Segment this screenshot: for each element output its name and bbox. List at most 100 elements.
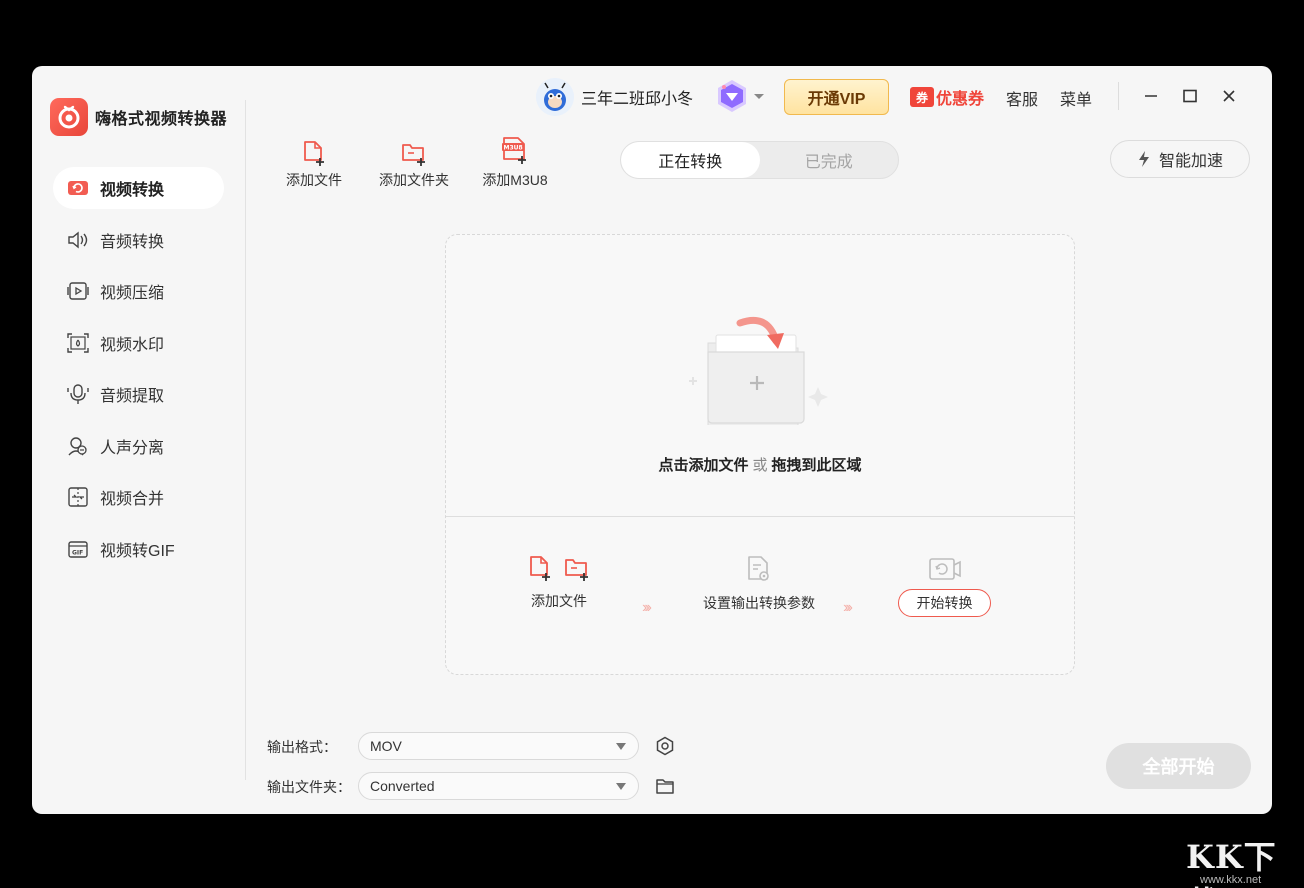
app-title: 嗨格式视频转换器 <box>95 111 228 128</box>
add-folder-icon <box>401 136 427 166</box>
sidebar-item-audio-extract[interactable]: 音频提取 <box>53 373 224 415</box>
svg-text:GIF: GIF <box>72 549 83 556</box>
sidebar-item-vocal-separate[interactable]: 人声分离 <box>53 425 224 467</box>
output-folder-label: 输出文件夹： <box>267 779 351 795</box>
sidebar-item-video-merge[interactable]: 视频合并 <box>53 476 224 518</box>
sidebar-item-label: 人声分离 <box>100 439 165 457</box>
audio-convert-icon <box>67 229 89 251</box>
output-format-value: MOV <box>370 738 402 754</box>
drop-hint: 点击添加文件或拖拽到此区域 <box>446 454 1074 475</box>
vip-diamond-icon <box>718 80 746 112</box>
maximize-button[interactable] <box>1178 84 1202 108</box>
app-brand: 嗨格式视频转换器 <box>50 98 227 136</box>
sidebar-item-video-watermark[interactable]: 视频水印 <box>53 322 224 364</box>
sidebar-item-label: 视频转换 <box>100 182 165 199</box>
minimize-icon <box>1145 95 1157 97</box>
site-watermark: KK下载 www.kkx.net <box>1178 832 1302 888</box>
close-button[interactable] <box>1217 84 1241 108</box>
file-add-icon <box>530 556 550 581</box>
sidebar-item-label: 音频提取 <box>100 388 165 405</box>
drop-hint-drag: 拖拽到此区域 <box>771 457 862 474</box>
caret-down-icon <box>616 783 626 790</box>
customer-service-link[interactable]: 客服 <box>1006 86 1038 110</box>
header: 三年二班邱小冬 开通VIP 券 优惠券 客服 菜单 <box>246 66 1272 128</box>
drop-hint-click: 点击添加文件 <box>658 457 749 474</box>
user-profile[interactable]: 三年二班邱小冬 <box>536 78 693 116</box>
maximize-icon <box>1183 89 1197 103</box>
avatar[interactable] <box>536 78 574 116</box>
close-icon <box>1223 90 1235 102</box>
add-file-button[interactable]: 添加文件 <box>274 136 354 190</box>
video-watermark-icon <box>67 332 89 354</box>
output-format-select[interactable]: MOV <box>358 732 639 760</box>
vocal-separate-icon <box>67 435 89 457</box>
step-settings: 设置输出转换参数 <box>703 555 815 613</box>
smart-accelerate-button[interactable]: 智能加速 <box>1110 140 1250 178</box>
watermark-url: www.kkx.net <box>1200 874 1262 886</box>
convert-video-icon <box>928 558 961 580</box>
file-drop-zone[interactable]: 点击添加文件或拖拽到此区域 添加文件 ››› 设置输出转换参数 ››› 开始转换 <box>445 234 1075 675</box>
app-logo-icon <box>50 98 88 136</box>
hexagon-settings-icon <box>656 736 674 756</box>
drop-divider <box>446 516 1074 517</box>
sidebar-nav: 视频转换 音频转换 视频压缩 视频水印 音频提取 人声分离 视频合并 GIF 视… <box>53 167 224 579</box>
sidebar-item-label: 视频压缩 <box>100 285 165 302</box>
output-folder-select[interactable]: Converted <box>358 772 639 800</box>
sidebar-item-video-compress[interactable]: 视频压缩 <box>53 270 224 312</box>
output-folder-value: Converted <box>370 778 435 794</box>
step-add-file: 添加文件 <box>528 555 590 611</box>
add-folder-button[interactable]: 添加文件夹 <box>374 136 454 190</box>
sidebar: 嗨格式视频转换器 视频转换 音频转换 视频压缩 视频水印 音频提取 人声分离 视… <box>32 66 246 814</box>
step-start: 开始转换 <box>898 555 991 617</box>
step-arrow-icon: ››› <box>642 599 652 616</box>
sidebar-item-label: 视频水印 <box>100 336 165 354</box>
lightning-icon <box>1138 151 1149 167</box>
header-divider <box>1118 82 1119 110</box>
coupon-link[interactable]: 券 优惠券 <box>910 85 984 109</box>
coupon-ticket-icon: 券 <box>910 87 934 107</box>
video-compress-icon <box>67 280 89 302</box>
format-settings-button[interactable] <box>654 735 676 757</box>
sidebar-item-video-to-gif[interactable]: GIF 视频转GIF <box>53 528 224 570</box>
tab-converting[interactable]: 正在转换 <box>621 142 760 178</box>
sidebar-item-label: 视频转GIF <box>100 542 175 560</box>
sidebar-item-label: 视频合并 <box>100 491 165 508</box>
tab-completed[interactable]: 已完成 <box>760 142 899 178</box>
username[interactable]: 三年二班邱小冬 <box>581 85 693 109</box>
add-file-label: 添加文件 <box>286 172 342 188</box>
menu-link[interactable]: 菜单 <box>1060 86 1092 110</box>
minimize-button[interactable] <box>1139 84 1163 108</box>
start-convert-button[interactable]: 开始转换 <box>898 589 991 617</box>
add-folder-illustration-icon <box>689 316 828 425</box>
sidebar-divider <box>245 100 246 780</box>
app-window: 嗨格式视频转换器 视频转换 音频转换 视频压缩 视频水印 音频提取 人声分离 视… <box>32 66 1272 814</box>
drop-area-upper[interactable]: 点击添加文件或拖拽到此区域 <box>446 235 1074 516</box>
step-add-file-label: 添加文件 <box>531 593 587 609</box>
folder-add-icon <box>565 559 588 581</box>
open-folder-button[interactable] <box>654 775 676 797</box>
chevron-down-icon <box>754 94 764 99</box>
settings-file-icon <box>748 556 769 581</box>
sidebar-item-video-convert[interactable]: 视频转换 <box>53 167 224 209</box>
drop-hint-or: 或 <box>752 457 768 474</box>
video-convert-icon <box>67 177 89 199</box>
add-folder-label: 添加文件夹 <box>379 172 449 188</box>
coupon-label: 优惠券 <box>936 91 985 108</box>
video-to-gif-icon: GIF <box>67 538 89 560</box>
step-add-icons <box>528 555 590 581</box>
start-all-button[interactable]: 全部开始 <box>1106 743 1251 789</box>
add-m3u8-label: 添加M3U8 <box>482 172 548 188</box>
sidebar-item-audio-convert[interactable]: 音频转换 <box>53 219 224 261</box>
conversion-status-tabs: 正在转换 已完成 <box>620 141 899 179</box>
output-format-label: 输出格式： <box>267 739 337 755</box>
smart-accelerate-label: 智能加速 <box>1158 153 1223 170</box>
step-settings-label: 设置输出转换参数 <box>703 595 815 611</box>
step-arrow-icon: ››› <box>843 599 853 616</box>
open-vip-button[interactable]: 开通VIP <box>784 79 889 115</box>
add-m3u8-button[interactable]: M3U8 添加M3U8 <box>475 136 555 190</box>
vip-level-dropdown[interactable] <box>714 78 766 114</box>
m3u8-badge: M3U8 <box>504 145 523 152</box>
audio-extract-icon <box>67 383 89 405</box>
folder-icon <box>656 779 674 794</box>
add-file-icon <box>302 136 326 166</box>
